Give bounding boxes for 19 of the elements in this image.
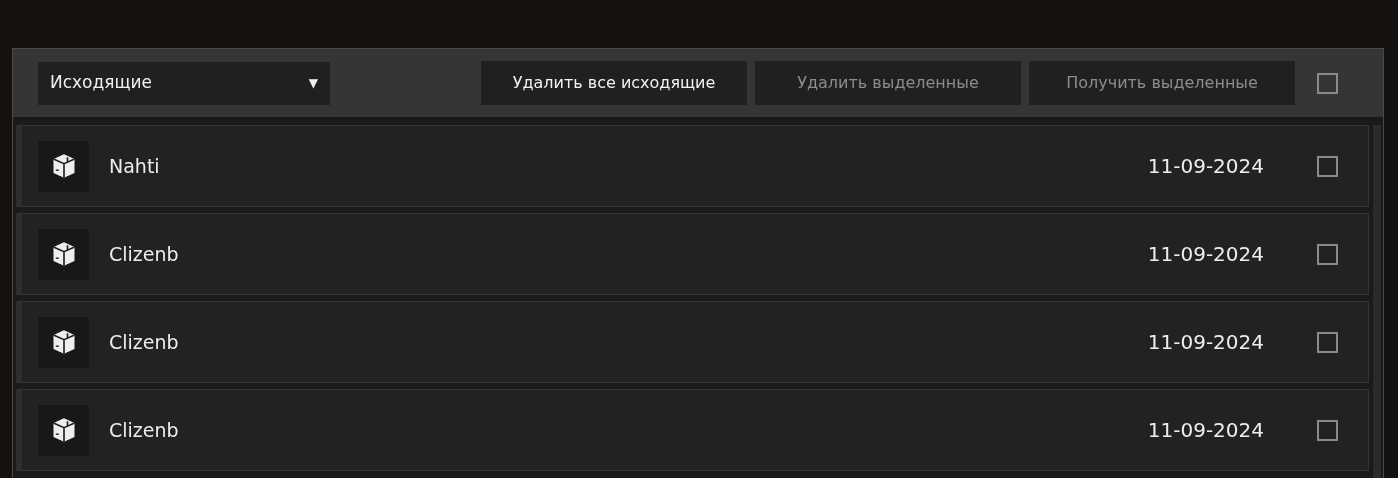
action-button[interactable]: Удалить все исходящие bbox=[481, 61, 747, 105]
sender-name: Clizenb bbox=[109, 241, 179, 267]
date-text: 11-09-2024 bbox=[1147, 153, 1264, 180]
folder-dropdown[interactable]: Исходящие ▼ bbox=[38, 61, 330, 105]
checkbox[interactable] bbox=[1317, 243, 1338, 265]
date-text: 11-09-2024 bbox=[1147, 329, 1264, 356]
sender-name: Clizenb bbox=[109, 417, 179, 443]
sender-name: Nahti bbox=[109, 153, 160, 179]
checkbox[interactable] bbox=[1317, 72, 1338, 94]
message-row[interactable]: Clizenb 11-09-2024 bbox=[16, 301, 1369, 383]
message-row[interactable]: Nahti 11-09-2024 bbox=[16, 125, 1369, 207]
date-text: 11-09-2024 bbox=[1147, 241, 1264, 268]
checkbox[interactable] bbox=[1317, 419, 1338, 441]
date-text: 11-09-2024 bbox=[1147, 417, 1264, 444]
message-row[interactable]: Clizenb 11-09-2024 bbox=[16, 389, 1369, 471]
message-row[interactable]: Clizenb 11-09-2024 bbox=[16, 213, 1369, 295]
sender-name: Clizenb bbox=[109, 329, 179, 355]
checkbox[interactable] bbox=[1317, 155, 1338, 177]
checkbox[interactable] bbox=[1317, 331, 1338, 353]
